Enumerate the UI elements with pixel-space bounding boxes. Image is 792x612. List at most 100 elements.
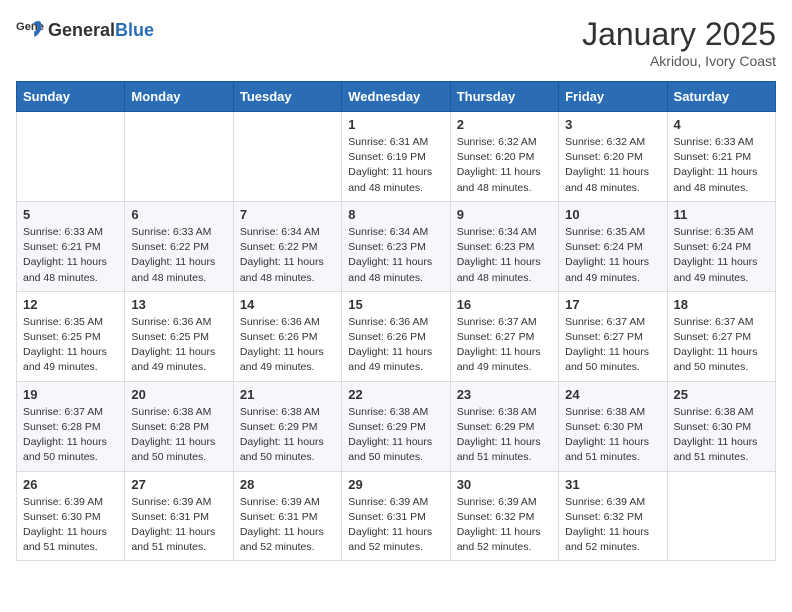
daylight-text: Daylight: 11 hours and 48 minutes. — [240, 256, 324, 283]
day-number: 9 — [457, 207, 552, 222]
day-info: Sunrise: 6:38 AM Sunset: 6:30 PM Dayligh… — [674, 405, 769, 466]
calendar-cell: 3 Sunrise: 6:32 AM Sunset: 6:20 PM Dayli… — [559, 112, 667, 202]
day-number: 7 — [240, 207, 335, 222]
daylight-text: Daylight: 11 hours and 50 minutes. — [348, 436, 432, 463]
day-info: Sunrise: 6:39 AM Sunset: 6:31 PM Dayligh… — [240, 495, 335, 556]
sunset-text: Sunset: 6:26 PM — [240, 331, 318, 343]
daylight-text: Daylight: 11 hours and 49 minutes. — [565, 256, 649, 283]
sunrise-text: Sunrise: 6:39 AM — [457, 496, 537, 508]
sunrise-text: Sunrise: 6:32 AM — [457, 136, 537, 148]
daylight-text: Daylight: 11 hours and 49 minutes. — [240, 346, 324, 373]
day-of-week-header: Saturday — [667, 82, 775, 112]
sunrise-text: Sunrise: 6:39 AM — [131, 496, 211, 508]
day-number: 22 — [348, 387, 443, 402]
calendar-cell: 15 Sunrise: 6:36 AM Sunset: 6:26 PM Dayl… — [342, 291, 450, 381]
sunset-text: Sunset: 6:20 PM — [565, 151, 643, 163]
day-info: Sunrise: 6:37 AM Sunset: 6:27 PM Dayligh… — [674, 315, 769, 376]
logo-text-general: General — [48, 20, 115, 40]
sunset-text: Sunset: 6:30 PM — [565, 421, 643, 433]
day-info: Sunrise: 6:34 AM Sunset: 6:23 PM Dayligh… — [348, 225, 443, 286]
calendar-cell: 5 Sunrise: 6:33 AM Sunset: 6:21 PM Dayli… — [17, 201, 125, 291]
calendar-week-row: 19 Sunrise: 6:37 AM Sunset: 6:28 PM Dayl… — [17, 381, 776, 471]
sunset-text: Sunset: 6:23 PM — [457, 241, 535, 253]
day-number: 12 — [23, 297, 118, 312]
sunset-text: Sunset: 6:19 PM — [348, 151, 426, 163]
daylight-text: Daylight: 11 hours and 52 minutes. — [457, 526, 541, 553]
day-info: Sunrise: 6:32 AM Sunset: 6:20 PM Dayligh… — [457, 135, 552, 196]
day-of-week-header: Friday — [559, 82, 667, 112]
sunset-text: Sunset: 6:32 PM — [565, 511, 643, 523]
sunrise-text: Sunrise: 6:34 AM — [348, 226, 428, 238]
sunrise-text: Sunrise: 6:34 AM — [240, 226, 320, 238]
day-of-week-header: Monday — [125, 82, 233, 112]
sunrise-text: Sunrise: 6:39 AM — [565, 496, 645, 508]
day-number: 25 — [674, 387, 769, 402]
calendar-cell: 23 Sunrise: 6:38 AM Sunset: 6:29 PM Dayl… — [450, 381, 558, 471]
day-number: 13 — [131, 297, 226, 312]
daylight-text: Daylight: 11 hours and 48 minutes. — [131, 256, 215, 283]
daylight-text: Daylight: 11 hours and 49 minutes. — [131, 346, 215, 373]
sunrise-text: Sunrise: 6:36 AM — [348, 316, 428, 328]
day-info: Sunrise: 6:36 AM Sunset: 6:25 PM Dayligh… — [131, 315, 226, 376]
daylight-text: Daylight: 11 hours and 51 minutes. — [565, 436, 649, 463]
day-number: 31 — [565, 477, 660, 492]
calendar-table: SundayMondayTuesdayWednesdayThursdayFrid… — [16, 81, 776, 561]
sunset-text: Sunset: 6:26 PM — [348, 331, 426, 343]
day-number: 8 — [348, 207, 443, 222]
daylight-text: Daylight: 11 hours and 51 minutes. — [674, 436, 758, 463]
daylight-text: Daylight: 11 hours and 52 minutes. — [348, 526, 432, 553]
logo: Gene GeneralBlue — [16, 16, 154, 44]
sunrise-text: Sunrise: 6:38 AM — [348, 406, 428, 418]
calendar-cell — [17, 112, 125, 202]
sunset-text: Sunset: 6:24 PM — [674, 241, 752, 253]
day-of-week-header: Wednesday — [342, 82, 450, 112]
sunrise-text: Sunrise: 6:38 AM — [565, 406, 645, 418]
calendar-cell: 27 Sunrise: 6:39 AM Sunset: 6:31 PM Dayl… — [125, 471, 233, 561]
sunrise-text: Sunrise: 6:35 AM — [565, 226, 645, 238]
sunrise-text: Sunrise: 6:33 AM — [23, 226, 103, 238]
calendar-cell: 6 Sunrise: 6:33 AM Sunset: 6:22 PM Dayli… — [125, 201, 233, 291]
sunrise-text: Sunrise: 6:38 AM — [674, 406, 754, 418]
day-info: Sunrise: 6:37 AM Sunset: 6:27 PM Dayligh… — [457, 315, 552, 376]
calendar-cell: 12 Sunrise: 6:35 AM Sunset: 6:25 PM Dayl… — [17, 291, 125, 381]
location: Akridou, Ivory Coast — [582, 53, 776, 69]
calendar-cell: 30 Sunrise: 6:39 AM Sunset: 6:32 PM Dayl… — [450, 471, 558, 561]
sunrise-text: Sunrise: 6:39 AM — [348, 496, 428, 508]
day-info: Sunrise: 6:36 AM Sunset: 6:26 PM Dayligh… — [240, 315, 335, 376]
calendar-week-row: 5 Sunrise: 6:33 AM Sunset: 6:21 PM Dayli… — [17, 201, 776, 291]
sunrise-text: Sunrise: 6:36 AM — [131, 316, 211, 328]
day-info: Sunrise: 6:39 AM Sunset: 6:31 PM Dayligh… — [348, 495, 443, 556]
sunset-text: Sunset: 6:29 PM — [457, 421, 535, 433]
sunrise-text: Sunrise: 6:34 AM — [457, 226, 537, 238]
sunset-text: Sunset: 6:31 PM — [348, 511, 426, 523]
day-number: 27 — [131, 477, 226, 492]
sunset-text: Sunset: 6:27 PM — [457, 331, 535, 343]
sunset-text: Sunset: 6:21 PM — [23, 241, 101, 253]
calendar-header-row: SundayMondayTuesdayWednesdayThursdayFrid… — [17, 82, 776, 112]
sunset-text: Sunset: 6:29 PM — [348, 421, 426, 433]
sunrise-text: Sunrise: 6:37 AM — [674, 316, 754, 328]
day-number: 30 — [457, 477, 552, 492]
day-info: Sunrise: 6:32 AM Sunset: 6:20 PM Dayligh… — [565, 135, 660, 196]
calendar-cell: 28 Sunrise: 6:39 AM Sunset: 6:31 PM Dayl… — [233, 471, 341, 561]
sunset-text: Sunset: 6:22 PM — [131, 241, 209, 253]
calendar-cell: 4 Sunrise: 6:33 AM Sunset: 6:21 PM Dayli… — [667, 112, 775, 202]
calendar-cell: 2 Sunrise: 6:32 AM Sunset: 6:20 PM Dayli… — [450, 112, 558, 202]
day-number: 3 — [565, 117, 660, 132]
day-info: Sunrise: 6:33 AM Sunset: 6:21 PM Dayligh… — [23, 225, 118, 286]
day-number: 19 — [23, 387, 118, 402]
sunset-text: Sunset: 6:31 PM — [240, 511, 318, 523]
calendar-cell: 26 Sunrise: 6:39 AM Sunset: 6:30 PM Dayl… — [17, 471, 125, 561]
daylight-text: Daylight: 11 hours and 49 minutes. — [457, 346, 541, 373]
calendar-cell: 7 Sunrise: 6:34 AM Sunset: 6:22 PM Dayli… — [233, 201, 341, 291]
calendar-cell: 14 Sunrise: 6:36 AM Sunset: 6:26 PM Dayl… — [233, 291, 341, 381]
daylight-text: Daylight: 11 hours and 48 minutes. — [457, 256, 541, 283]
calendar-cell: 21 Sunrise: 6:38 AM Sunset: 6:29 PM Dayl… — [233, 381, 341, 471]
day-of-week-header: Sunday — [17, 82, 125, 112]
sunset-text: Sunset: 6:25 PM — [23, 331, 101, 343]
sunrise-text: Sunrise: 6:37 AM — [565, 316, 645, 328]
day-number: 16 — [457, 297, 552, 312]
day-number: 18 — [674, 297, 769, 312]
daylight-text: Daylight: 11 hours and 51 minutes. — [23, 526, 107, 553]
daylight-text: Daylight: 11 hours and 50 minutes. — [565, 346, 649, 373]
